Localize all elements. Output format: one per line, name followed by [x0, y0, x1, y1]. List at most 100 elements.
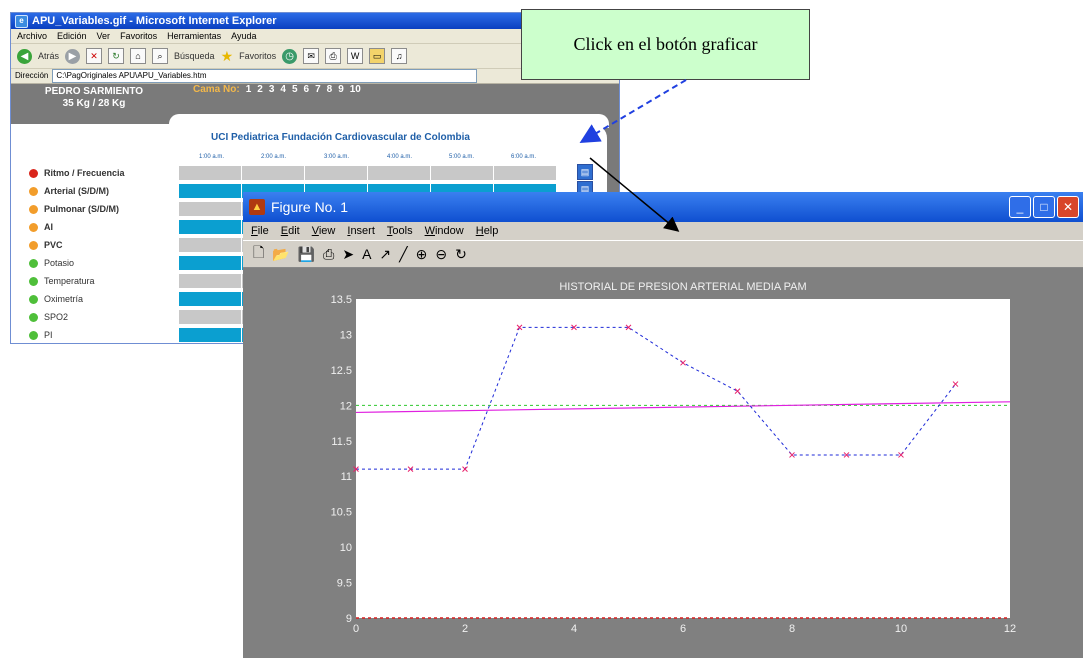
matlab-icon: ▲	[249, 199, 265, 215]
value-cell[interactable]	[494, 166, 556, 180]
favorites-label[interactable]: Favoritos	[239, 51, 276, 61]
variable-item[interactable]: PI	[29, 330, 53, 340]
cama-6[interactable]: 6	[304, 84, 310, 95]
stop-icon[interactable]: ✕	[86, 48, 103, 64]
value-row	[179, 166, 581, 180]
refresh-icon[interactable]: ↻	[108, 48, 125, 64]
cama-9[interactable]: 9	[338, 84, 344, 95]
variable-item[interactable]: SPO2	[29, 312, 68, 322]
rotate-icon[interactable]: ↻	[455, 246, 467, 263]
media-icon[interactable]: ♫	[391, 48, 408, 64]
figure-title-bar: ▲ Figure No. 1 _ □ ✕	[243, 192, 1083, 222]
variable-label: Pulmonar (S/D/M)	[44, 204, 120, 214]
mail-icon[interactable]: ✉	[303, 48, 320, 64]
variable-item[interactable]: Pulmonar (S/D/M)	[29, 204, 119, 214]
maximize-icon[interactable]: □	[1033, 196, 1055, 218]
variable-label: Ritmo / Frecuencia	[44, 168, 125, 178]
menu-tools[interactable]: Tools	[387, 222, 413, 240]
variable-label: Oximetría	[44, 294, 84, 304]
x-tick-label: 2	[462, 623, 468, 635]
status-dot-icon	[29, 312, 38, 322]
favorites-icon[interactable]: ★	[221, 48, 234, 65]
pointer-icon[interactable]: ➤	[342, 246, 354, 263]
menu-archivo[interactable]: Archivo	[17, 29, 47, 43]
graph-button[interactable]: ▤	[577, 164, 593, 180]
value-cell[interactable]	[368, 166, 430, 180]
cama-7[interactable]: 7	[315, 84, 321, 95]
cama-10[interactable]: 10	[350, 84, 361, 95]
cama-label: Cama No:	[193, 84, 240, 95]
line-icon[interactable]: ╱	[399, 246, 407, 263]
value-cell[interactable]	[179, 310, 241, 324]
variable-item[interactable]: Potasio	[29, 258, 74, 268]
close-icon[interactable]: ✕	[1057, 196, 1079, 218]
value-cell[interactable]	[242, 166, 304, 180]
back-label[interactable]: Atrás	[38, 51, 59, 61]
value-cell[interactable]	[179, 220, 241, 234]
home-icon[interactable]: ⌂	[130, 48, 147, 64]
menu-file[interactable]: File	[251, 222, 269, 240]
value-cell[interactable]	[179, 202, 241, 216]
zoom-in-icon[interactable]: ⊕	[416, 246, 428, 263]
variable-label: Potasio	[44, 258, 75, 268]
variable-item[interactable]: Ritmo / Frecuencia	[29, 168, 125, 178]
search-icon[interactable]: ⌕	[152, 48, 169, 64]
value-cell[interactable]	[179, 166, 241, 180]
status-dot-icon	[29, 240, 38, 250]
history-icon[interactable]: ◷	[282, 48, 298, 64]
value-cell[interactable]	[179, 328, 241, 342]
text-icon[interactable]: A	[362, 246, 371, 262]
back-icon[interactable]: ◀	[17, 48, 32, 64]
cama-5[interactable]: 5	[292, 84, 298, 95]
variable-item[interactable]: Oximetría	[29, 294, 83, 304]
search-label[interactable]: Búsqueda	[174, 51, 215, 61]
arrow-icon[interactable]: ↗	[379, 246, 391, 263]
figure-menu-bar: File Edit View Insert Tools Window Help	[243, 222, 1083, 240]
variable-item[interactable]: PVC	[29, 240, 63, 250]
cama-8[interactable]: 8	[327, 84, 333, 95]
forward-icon[interactable]: ▶	[65, 48, 81, 64]
chart-title: HISTORIAL DE PRESION ARTERIAL MEDIA PAM	[559, 281, 806, 293]
value-cell[interactable]	[179, 292, 241, 306]
cama-1[interactable]: 1	[246, 84, 252, 95]
address-input[interactable]: C:\PagOriginales APU\APU_Variables.htm	[52, 69, 478, 83]
value-cell[interactable]	[179, 184, 241, 198]
zoom-out-icon[interactable]: ⊖	[435, 246, 447, 263]
value-cell[interactable]	[305, 166, 367, 180]
value-cell[interactable]	[179, 256, 241, 270]
cama-3[interactable]: 3	[269, 84, 275, 95]
menu-edit[interactable]: Edit	[281, 222, 300, 240]
menu-help[interactable]: Help	[476, 222, 499, 240]
menu-ayuda[interactable]: Ayuda	[231, 29, 256, 43]
time-4: 4:00 a.m.	[387, 154, 413, 160]
menu-ver[interactable]: Ver	[97, 29, 111, 43]
variable-item[interactable]: AI	[29, 222, 53, 232]
x-tick-label: 0	[353, 623, 359, 635]
new-file-icon[interactable]: 🗋	[253, 242, 264, 266]
menu-insert[interactable]: Insert	[347, 222, 375, 240]
variable-item[interactable]: Arterial (S/D/M)	[29, 186, 109, 196]
y-tick-label: 13	[340, 329, 352, 341]
print-icon[interactable]: ⎙	[323, 246, 334, 263]
value-cell[interactable]	[179, 274, 241, 288]
edit-icon[interactable]: W	[347, 48, 364, 64]
menu-edicion[interactable]: Edición	[57, 29, 87, 43]
menu-view[interactable]: View	[312, 222, 336, 240]
cama-4[interactable]: 4	[280, 84, 286, 95]
menu-window[interactable]: Window	[425, 222, 464, 240]
menu-favoritos[interactable]: Favoritos	[120, 29, 157, 43]
open-folder-icon[interactable]: 📂	[272, 246, 289, 263]
variable-item[interactable]: Temperatura	[29, 276, 95, 286]
time-3: 3:00 a.m.	[324, 154, 350, 160]
status-dot-icon	[29, 222, 38, 232]
value-cell[interactable]	[431, 166, 493, 180]
menu-herramientas[interactable]: Herramientas	[167, 29, 221, 43]
folder-icon[interactable]: ▭	[369, 48, 386, 64]
cama-2[interactable]: 2	[257, 84, 263, 95]
value-cell[interactable]	[179, 238, 241, 252]
time-5: 5:00 a.m.	[449, 154, 475, 160]
print-icon[interactable]: ⎙	[325, 48, 342, 64]
save-icon[interactable]: 💾	[298, 246, 315, 263]
x-tick-label: 8	[789, 623, 795, 635]
minimize-icon[interactable]: _	[1009, 196, 1031, 218]
